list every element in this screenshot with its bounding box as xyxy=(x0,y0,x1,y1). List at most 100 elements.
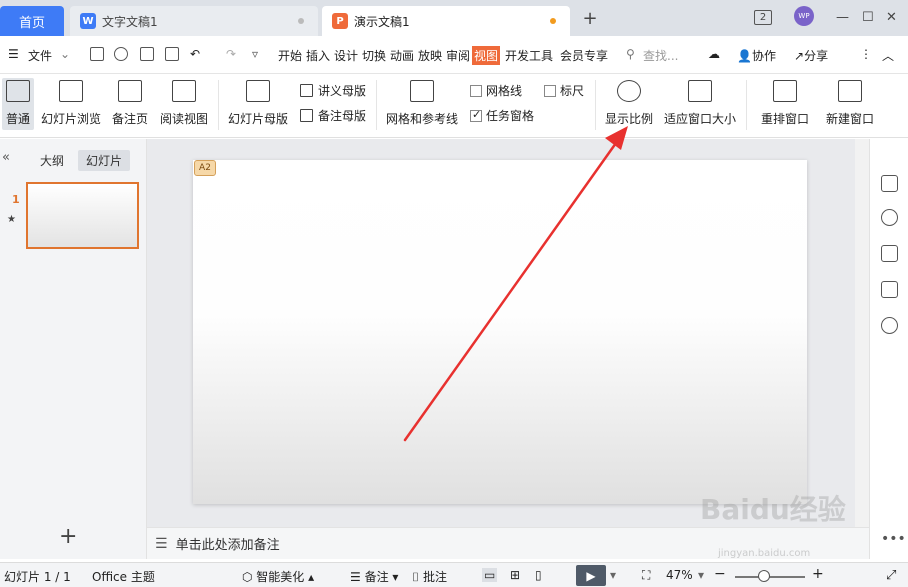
add-slide-button[interactable]: + xyxy=(59,526,77,548)
menu-developer[interactable]: 开发工具 xyxy=(505,47,553,64)
arrange-window-button[interactable]: 重排窗口 xyxy=(754,78,816,130)
fit-slide-icon[interactable]: ⛶ xyxy=(642,568,650,583)
notes-toggle-label: 备注 xyxy=(364,570,389,584)
close-button[interactable]: ✕ xyxy=(886,8,897,26)
properties-icon[interactable] xyxy=(881,175,898,192)
tab-outline[interactable]: 大纲 xyxy=(32,150,72,171)
normal-view-icon xyxy=(6,80,30,102)
help-icon[interactable] xyxy=(881,317,898,334)
beautify-label: 智能美化 xyxy=(256,570,305,584)
search-input[interactable]: 查找... xyxy=(643,47,678,64)
theme-name[interactable]: Office 主题 xyxy=(92,568,155,585)
notes-master-label: 备注母版 xyxy=(318,109,367,123)
menu-home[interactable]: 开始 xyxy=(278,47,302,64)
collab-button[interactable]: 👤协作 xyxy=(737,47,776,64)
backup-icon[interactable] xyxy=(881,281,898,298)
avatar[interactable]: WP xyxy=(794,6,814,26)
handout-master-icon xyxy=(300,84,313,97)
tab-presentation[interactable]: P 演示文稿1 xyxy=(322,6,570,36)
undo-icon[interactable]: ↶ xyxy=(190,47,200,61)
normal-view-button[interactable]: 普通 xyxy=(2,78,34,130)
notes-master-icon xyxy=(300,109,313,122)
comment-badge[interactable]: A2 xyxy=(194,160,216,176)
tab-writer-doc[interactable]: W 文字文稿1 xyxy=(70,6,318,36)
save-icon[interactable] xyxy=(90,47,104,61)
menu-member[interactable]: 会员专享 xyxy=(560,47,608,64)
reading-view-label: 阅读视图 xyxy=(159,112,208,126)
more-icon[interactable]: ⋮ xyxy=(860,47,872,61)
fit-window-label: 适应窗口大小 xyxy=(663,112,736,126)
slide-master-button[interactable]: 幻灯片母版 xyxy=(226,78,290,130)
zoom-percent-icon xyxy=(617,80,641,102)
reading-view-toggle[interactable]: ▯ xyxy=(535,568,542,582)
menu-transition[interactable]: 切换 xyxy=(362,47,386,64)
slide-sorter-toggle[interactable]: ⊞ xyxy=(510,568,520,582)
zoom-level[interactable]: 47% xyxy=(666,568,693,582)
zoom-in-button[interactable]: + xyxy=(812,566,824,582)
slide-browse-button[interactable]: 幻灯片浏览 xyxy=(40,78,102,130)
new-tab-button[interactable]: + xyxy=(580,10,600,28)
menu-file[interactable]: 文件 xyxy=(28,47,52,64)
unsaved-dot[interactable] xyxy=(550,18,556,24)
notes-toggle-button[interactable]: ☰ 备注 ▾ xyxy=(350,568,398,585)
print-preview-icon[interactable] xyxy=(165,47,179,61)
collapse-panel-icon[interactable]: « xyxy=(2,150,10,165)
comments-button[interactable]: ⌷ 批注 xyxy=(412,568,447,585)
format-painter-icon[interactable] xyxy=(114,47,128,61)
zoom-slider[interactable] xyxy=(735,576,805,578)
grid-icon xyxy=(410,80,434,102)
customize-icon[interactable]: ▿ xyxy=(252,47,258,61)
zoom-button[interactable]: 显示比例 xyxy=(603,78,655,130)
menu-insert[interactable]: 插入 xyxy=(306,47,330,64)
more-icon[interactable]: ••• xyxy=(881,531,906,547)
fit-window-icon[interactable]: ⤢ xyxy=(886,568,896,583)
menu-review[interactable]: 审阅 xyxy=(446,47,470,64)
share-button[interactable]: ↗分享 xyxy=(794,47,828,64)
ruler-checkbox[interactable]: 标尺 xyxy=(544,82,584,99)
new-window-label: 新建窗口 xyxy=(825,112,874,126)
animation-icon[interactable] xyxy=(881,209,898,226)
play-options-icon[interactable]: ▾ xyxy=(610,568,616,582)
new-window-icon xyxy=(838,80,862,102)
tab-close-dot[interactable] xyxy=(298,18,304,24)
window-count-button[interactable]: 2 xyxy=(754,8,772,26)
maximize-button[interactable]: ☐ xyxy=(862,8,874,26)
grid-guides-button[interactable]: 网格和参考线 xyxy=(384,78,460,130)
minimize-button[interactable]: — xyxy=(836,8,849,26)
zoom-out-button[interactable]: − xyxy=(714,566,726,582)
zoom-slider-knob[interactable] xyxy=(758,570,770,582)
new-window-button[interactable]: 新建窗口 xyxy=(822,78,878,130)
menu-view[interactable]: 视图 xyxy=(472,46,501,65)
collab-label: 协作 xyxy=(751,49,776,63)
task-pane-checkbox[interactable]: 任务窗格 xyxy=(470,107,534,124)
slide-canvas[interactable] xyxy=(193,160,807,504)
print-icon[interactable] xyxy=(140,47,154,61)
notes-page-button[interactable]: 备注页 xyxy=(110,78,150,130)
gridlines-checkbox[interactable]: 网格线 xyxy=(470,82,522,99)
status-bar: 幻灯片 1 / 1 Office 主题 ⬡ 智能美化 ▴ ☰ 备注 ▾ ⌷ 批注… xyxy=(0,562,908,587)
menu-animation[interactable]: 动画 xyxy=(390,47,414,64)
slide-number: 1 xyxy=(12,193,20,206)
handout-master-button[interactable]: 讲义母版 xyxy=(300,82,366,99)
tab-slides[interactable]: 幻灯片 xyxy=(78,150,131,171)
normal-view-toggle[interactable]: ▭ xyxy=(482,568,498,582)
ruler-label: 标尺 xyxy=(560,84,585,98)
checkbox-icon xyxy=(544,84,556,97)
play-button[interactable]: ▶ xyxy=(576,565,606,586)
notes-master-button[interactable]: 备注母版 xyxy=(300,107,366,124)
fit-window-button[interactable]: 适应窗口大小 xyxy=(662,78,738,130)
slide-thumbnail[interactable] xyxy=(26,182,139,249)
hamburger-icon[interactable]: ☰ xyxy=(8,47,19,61)
transition-icon[interactable] xyxy=(881,245,898,262)
menu-design[interactable]: 设计 xyxy=(334,47,358,64)
zoom-options-icon[interactable]: ▾ xyxy=(698,568,704,582)
beautify-button[interactable]: ⬡ 智能美化 ▴ xyxy=(242,568,314,585)
chevron-down-icon[interactable]: ⌄ xyxy=(60,47,70,61)
cloud-icon[interactable]: ☁ xyxy=(708,47,720,61)
home-tab[interactable]: 首页 xyxy=(0,6,64,36)
collapse-ribbon-icon[interactable]: ︿ xyxy=(882,47,894,64)
menu-slideshow[interactable]: 放映 xyxy=(418,47,442,64)
redo-icon[interactable]: ↷ xyxy=(226,47,236,61)
reading-view-button[interactable]: 阅读视图 xyxy=(158,78,210,130)
vertical-scrollbar[interactable] xyxy=(855,139,869,527)
